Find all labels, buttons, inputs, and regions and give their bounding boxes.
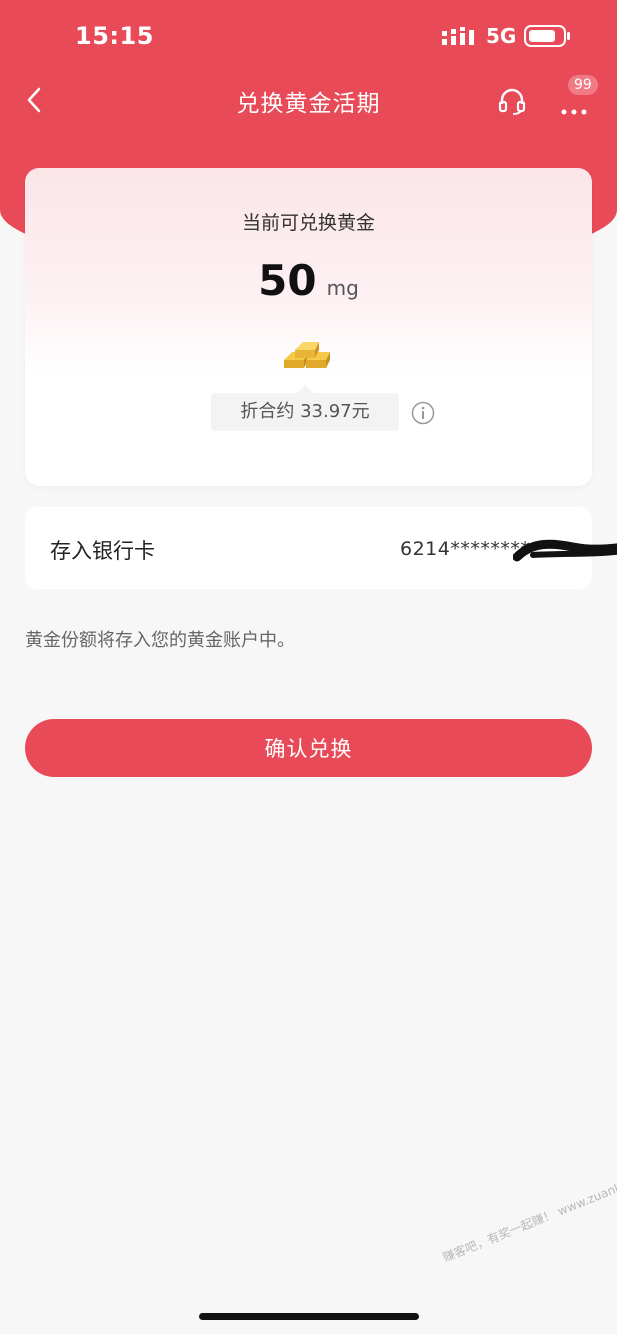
redaction-scribble bbox=[512, 535, 617, 571]
bank-card-selector[interactable]: 存入银行卡 6214******** bbox=[25, 507, 617, 589]
gold-bars-icon bbox=[278, 338, 338, 378]
bank-card-number: 6214******** bbox=[400, 538, 531, 560]
battery-icon bbox=[524, 25, 572, 51]
nav-bar: 兑换黄金活期 99 bbox=[0, 72, 617, 128]
signal-icon bbox=[442, 27, 476, 49]
confirm-exchange-button[interactable]: 确认兑换 bbox=[25, 719, 592, 777]
status-time: 15:15 bbox=[75, 22, 154, 50]
message-badge: 99 bbox=[568, 75, 598, 95]
gold-amount-unit: mg bbox=[326, 276, 359, 300]
available-gold-label: 当前可兑换黄金 bbox=[241, 212, 375, 234]
watermark: 赚客吧，有奖一起赚！ www.zuanke8.com bbox=[440, 1163, 617, 1265]
gold-amount-value: 50 bbox=[258, 256, 317, 305]
gold-amount: 50 mg bbox=[25, 256, 592, 305]
gold-balance-card: 当前可兑换黄金 50 mg 折合约 33.97元 bbox=[25, 168, 592, 486]
status-bar: 15:15 5G bbox=[0, 0, 617, 70]
converted-value: 折合约 33.97元 bbox=[211, 385, 399, 431]
bank-card-label: 存入银行卡 bbox=[50, 539, 155, 563]
deposit-hint: 黄金份额将存入您的黄金账户中。 bbox=[25, 630, 295, 651]
info-icon[interactable] bbox=[411, 401, 435, 429]
home-indicator[interactable] bbox=[199, 1313, 419, 1320]
network-type: 5G bbox=[486, 24, 517, 48]
customer-service-icon[interactable] bbox=[497, 86, 527, 120]
